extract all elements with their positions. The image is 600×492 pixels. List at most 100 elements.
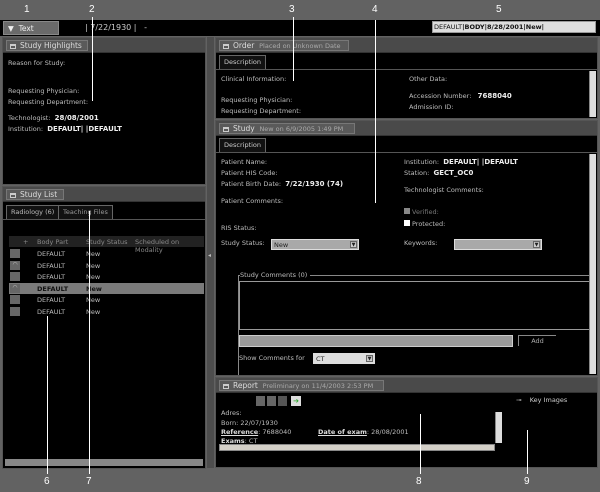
splitter[interactable]: ◂	[207, 37, 214, 468]
study-institution-label: Institution:	[404, 158, 440, 166]
station-label: Station:	[404, 169, 430, 177]
tab-teaching-files[interactable]: Teaching Files	[58, 205, 113, 219]
window-icon	[223, 44, 229, 49]
col-body-part[interactable]: Body Part	[37, 238, 68, 246]
accession-label: Accession Number:	[409, 92, 472, 100]
add-button[interactable]: Add	[518, 335, 556, 346]
callout-9: 9	[524, 476, 530, 487]
his-code-label: Patient HIS Code:	[221, 169, 278, 177]
window-icon	[223, 384, 229, 389]
row-marker-icon	[10, 249, 20, 258]
callout-line-9	[527, 430, 528, 474]
callout-3: 3	[289, 4, 295, 15]
study-highlights-header[interactable]: Study Highlights	[6, 40, 88, 51]
keywords-label: Keywords:	[404, 239, 438, 247]
chevron-down-icon: ▼	[366, 355, 373, 362]
order-header[interactable]: Order Placed on Unknown Date	[219, 40, 349, 51]
adres-label: Adres:	[221, 409, 242, 417]
tab-order-description[interactable]: Description	[219, 55, 267, 69]
callout-6: 6	[44, 476, 50, 487]
callout-5: 5	[496, 4, 502, 15]
key-images[interactable]: ⊸ Key Images	[516, 396, 567, 404]
show-comments-label: Show Comments for	[239, 354, 305, 362]
body-part-cell: DEFAULT	[37, 250, 66, 258]
body-part-cell: DEFAULT	[37, 284, 69, 293]
eye-icon: ◠	[10, 283, 20, 293]
department-label: Requesting Department:	[8, 98, 89, 106]
protected-checkbox[interactable]: Protected:	[404, 220, 445, 228]
callout-line-3	[293, 17, 294, 81]
tech-comments-label: Technologist Comments:	[404, 186, 484, 194]
ris-status-label: RIS Status:	[221, 224, 257, 232]
tab-radiology[interactable]: Radiology (6)	[6, 205, 60, 219]
col-add[interactable]: +	[23, 238, 28, 246]
export-icon[interactable]: ➔	[291, 396, 301, 406]
study-list-panel: Study List Radiology (6) Teaching Files …	[2, 186, 206, 469]
window-icon	[10, 193, 16, 198]
order-department-label: Requesting Department:	[221, 107, 302, 115]
order-panel: Order Placed on Unknown Date Description…	[215, 37, 598, 119]
col-study-status[interactable]: Study Status	[86, 238, 128, 246]
body-part-cell: DEFAULT	[37, 307, 66, 316]
chevron-down-icon: ▼	[533, 241, 540, 248]
patient-comments-label: Patient Comments:	[221, 197, 284, 205]
key-icon: ⊸	[516, 396, 522, 404]
study-status-label: Study Status:	[221, 239, 265, 247]
reason-label: Reason for Study:	[8, 59, 66, 67]
comment-input[interactable]	[239, 335, 513, 347]
comments-list[interactable]	[239, 281, 593, 330]
horizontal-scrollbar[interactable]	[5, 459, 203, 466]
callout-line-4	[375, 20, 376, 203]
tab-study-description[interactable]: Description	[219, 138, 267, 152]
callout-line-8	[420, 414, 421, 474]
study-comments-label: Study Comments (0)	[240, 271, 311, 279]
report-horizontal-scrollbar[interactable]	[219, 444, 495, 451]
birth-date-label: Patient Birth Date:	[221, 180, 282, 188]
callout-8: 8	[416, 476, 422, 487]
window-icon	[223, 127, 229, 132]
callout-2: 2	[89, 4, 95, 15]
born-text: Born: 22/07/1930	[221, 419, 278, 427]
study-status-select[interactable]: New ▼	[271, 239, 359, 250]
institution-label: Institution:	[8, 125, 44, 133]
order-scrollbar[interactable]	[589, 71, 596, 117]
keywords-select[interactable]: ▼	[454, 239, 542, 250]
patient-info: | 7/22/1930 | -	[85, 23, 148, 32]
callout-4: 4	[372, 4, 378, 15]
window-icon	[10, 44, 16, 49]
chevron-down-icon: ▼	[350, 241, 357, 248]
table-row[interactable]: ◠ DEFAULT New	[9, 282, 204, 294]
document-icon[interactable]	[278, 396, 287, 406]
callout-line-7	[89, 211, 90, 474]
callout-line-6	[47, 316, 48, 474]
verified-checkbox[interactable]: Verified:	[404, 208, 439, 216]
station-value: GECT_OC0	[433, 169, 474, 177]
study-summary-field[interactable]: DEFAULT|BODY|8/28/2001|New|	[432, 21, 596, 33]
table-row[interactable]: DEFAULT New	[9, 294, 204, 305]
report-header[interactable]: Report Preliminary on 11/4/2003 2:53 PM	[219, 380, 384, 391]
text-button[interactable]: ▼ Text	[3, 21, 59, 35]
study-scrollbar[interactable]	[589, 154, 596, 374]
table-row[interactable]: DEFAULT New	[9, 248, 204, 259]
show-comments-select[interactable]: CT ▼	[313, 353, 375, 364]
document-icon[interactable]	[267, 396, 276, 406]
table-row[interactable]: ◠ DEFAULT New	[9, 260, 204, 271]
date-of-exam-label: Date of exam	[318, 428, 367, 436]
row-marker-icon	[10, 295, 20, 304]
accession-value: 7688040	[477, 92, 512, 100]
eye-icon: ◠	[10, 260, 20, 270]
reference-label: Reference	[221, 428, 259, 436]
table-row[interactable]: DEFAULT New	[9, 306, 204, 317]
triangle-down-icon: ▼	[8, 24, 14, 33]
document-icon[interactable]	[256, 396, 265, 406]
body-part-cell: DEFAULT	[37, 296, 66, 304]
institution-value: DEFAULT| |DEFAULT	[47, 125, 122, 133]
order-physician-label: Requesting Physician:	[221, 96, 293, 104]
report-vertical-scrollbar[interactable]	[495, 412, 502, 443]
date-of-exam-value: : 28/08/2001	[366, 428, 409, 436]
study-header[interactable]: Study New on 6/9/2005 1:49 PM	[219, 123, 355, 134]
collapse-arrow-icon[interactable]: ◂	[208, 252, 211, 259]
study-list-header[interactable]: Study List	[6, 189, 64, 200]
table-row[interactable]: DEFAULT New	[9, 271, 204, 282]
reference-value: : 7688040	[258, 428, 292, 436]
